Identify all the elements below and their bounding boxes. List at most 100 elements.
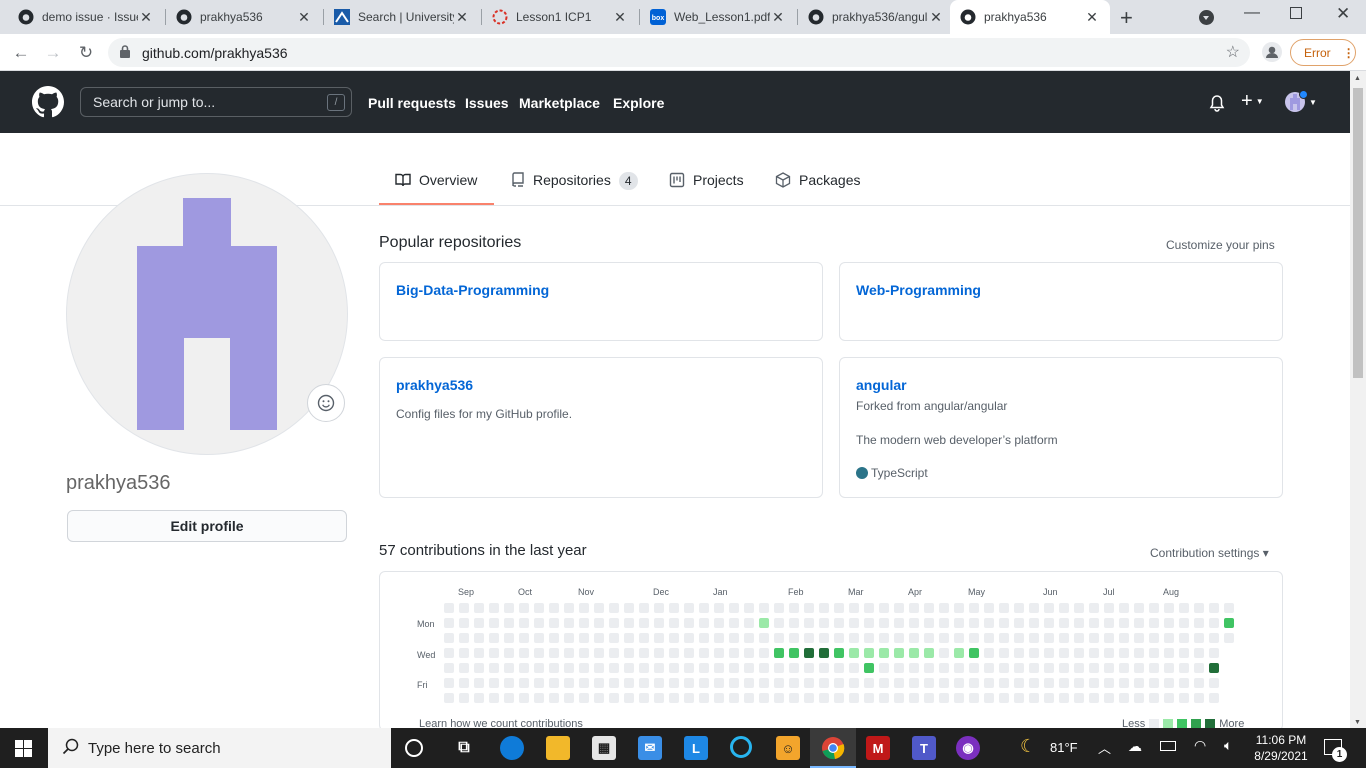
system-clock[interactable]: 11:06 PM 8/29/2021 bbox=[1250, 732, 1312, 764]
contribution-day[interactable] bbox=[984, 663, 994, 673]
contribution-day[interactable] bbox=[969, 618, 979, 628]
contribution-day[interactable] bbox=[1044, 678, 1054, 688]
customize-pins-link[interactable]: Customize your pins bbox=[1166, 238, 1275, 252]
contribution-day[interactable] bbox=[1134, 678, 1144, 688]
close-icon[interactable]: ✕ bbox=[138, 9, 154, 26]
contribution-day[interactable] bbox=[714, 603, 724, 613]
contribution-day[interactable] bbox=[1194, 678, 1204, 688]
contribution-day[interactable] bbox=[1104, 693, 1114, 703]
contribution-day[interactable] bbox=[1074, 633, 1084, 643]
contribution-day[interactable] bbox=[444, 618, 454, 628]
weather-temp[interactable]: 81°F bbox=[1050, 740, 1078, 755]
contribution-day[interactable] bbox=[624, 663, 634, 673]
contribution-day[interactable] bbox=[489, 678, 499, 688]
contribution-day[interactable] bbox=[984, 678, 994, 688]
contribution-day[interactable] bbox=[474, 663, 484, 673]
contribution-day[interactable] bbox=[804, 648, 814, 658]
address-bar[interactable]: github.com/prakhya536 ☆ bbox=[108, 38, 1250, 67]
contribution-day[interactable] bbox=[474, 618, 484, 628]
contribution-day[interactable] bbox=[594, 693, 604, 703]
contribution-day[interactable] bbox=[1059, 693, 1069, 703]
mail-icon[interactable]: ✉ bbox=[638, 736, 662, 760]
contribution-day[interactable] bbox=[1164, 603, 1174, 613]
close-icon[interactable]: ✕ bbox=[612, 9, 628, 26]
contribution-day[interactable] bbox=[1149, 648, 1159, 658]
contribution-day[interactable] bbox=[879, 648, 889, 658]
contribution-day[interactable] bbox=[924, 663, 934, 673]
contribution-day[interactable] bbox=[819, 663, 829, 673]
contribution-day[interactable] bbox=[1089, 678, 1099, 688]
contribution-day[interactable] bbox=[669, 693, 679, 703]
contribution-day[interactable] bbox=[669, 603, 679, 613]
contribution-day[interactable] bbox=[1029, 663, 1039, 673]
contribution-day[interactable] bbox=[864, 633, 874, 643]
file-explorer-icon[interactable] bbox=[546, 736, 570, 760]
contribution-day[interactable] bbox=[519, 618, 529, 628]
contribution-day[interactable] bbox=[864, 618, 874, 628]
contribution-day[interactable] bbox=[1179, 678, 1189, 688]
browser-tab-active[interactable]: prakhya536 ✕ bbox=[950, 0, 1110, 34]
forward-button[interactable]: → bbox=[41, 41, 65, 65]
contribution-day[interactable] bbox=[519, 693, 529, 703]
contribution-day[interactable] bbox=[1119, 633, 1129, 643]
contribution-day[interactable] bbox=[504, 633, 514, 643]
contribution-day[interactable] bbox=[474, 603, 484, 613]
contribution-day[interactable] bbox=[924, 693, 934, 703]
contribution-day[interactable] bbox=[1074, 648, 1084, 658]
contribution-day[interactable] bbox=[864, 693, 874, 703]
contribution-day[interactable] bbox=[834, 663, 844, 673]
contribution-day[interactable] bbox=[549, 678, 559, 688]
contribution-day[interactable] bbox=[759, 663, 769, 673]
contribution-day[interactable] bbox=[1089, 618, 1099, 628]
contribution-day[interactable] bbox=[969, 678, 979, 688]
contribution-day[interactable] bbox=[564, 603, 574, 613]
contribution-day[interactable] bbox=[1074, 678, 1084, 688]
contribution-day[interactable] bbox=[1044, 633, 1054, 643]
repo-link[interactable]: prakhya536 bbox=[396, 377, 473, 393]
contribution-day[interactable] bbox=[834, 633, 844, 643]
contribution-day[interactable] bbox=[729, 633, 739, 643]
nav-pull-requests[interactable]: Pull requests bbox=[368, 95, 456, 111]
tab-search-icon[interactable] bbox=[1199, 10, 1214, 25]
contribution-day[interactable] bbox=[804, 693, 814, 703]
teams-icon[interactable]: T bbox=[912, 736, 936, 760]
contribution-day[interactable] bbox=[954, 603, 964, 613]
contribution-day[interactable] bbox=[579, 618, 589, 628]
contribution-day[interactable] bbox=[774, 618, 784, 628]
contribution-day[interactable] bbox=[804, 678, 814, 688]
contribution-day[interactable] bbox=[969, 693, 979, 703]
contribution-day[interactable] bbox=[609, 633, 619, 643]
contribution-day[interactable] bbox=[819, 693, 829, 703]
contribution-day[interactable] bbox=[774, 633, 784, 643]
contribution-day[interactable] bbox=[654, 618, 664, 628]
contribution-day[interactable] bbox=[984, 603, 994, 613]
contribution-day[interactable] bbox=[669, 663, 679, 673]
contribution-day[interactable] bbox=[1179, 633, 1189, 643]
contribution-day[interactable] bbox=[519, 603, 529, 613]
contribution-day[interactable] bbox=[1179, 618, 1189, 628]
contribution-day[interactable] bbox=[624, 648, 634, 658]
contribution-day[interactable] bbox=[864, 678, 874, 688]
browser-tab[interactable]: prakhya536 ✕ bbox=[166, 0, 322, 34]
contribution-day[interactable] bbox=[624, 618, 634, 628]
contribution-day[interactable] bbox=[834, 678, 844, 688]
contribution-day[interactable] bbox=[1089, 633, 1099, 643]
contribution-day[interactable] bbox=[459, 618, 469, 628]
contribution-day[interactable] bbox=[1074, 663, 1084, 673]
contribution-day[interactable] bbox=[714, 663, 724, 673]
github-search-input[interactable]: Search or jump to... / bbox=[80, 87, 352, 117]
github-logo-icon[interactable] bbox=[32, 86, 64, 121]
contribution-day[interactable] bbox=[474, 648, 484, 658]
contribution-day[interactable] bbox=[1044, 648, 1054, 658]
contribution-day[interactable] bbox=[1209, 678, 1219, 688]
contribution-day[interactable] bbox=[1134, 633, 1144, 643]
contribution-day[interactable] bbox=[1104, 678, 1114, 688]
contribution-day[interactable] bbox=[594, 603, 604, 613]
contribution-day[interactable] bbox=[714, 618, 724, 628]
contribution-day[interactable] bbox=[564, 648, 574, 658]
contribution-day[interactable] bbox=[894, 633, 904, 643]
contribution-day[interactable] bbox=[684, 663, 694, 673]
contribution-day[interactable] bbox=[684, 648, 694, 658]
contribution-day[interactable] bbox=[729, 603, 739, 613]
contribution-day[interactable] bbox=[579, 603, 589, 613]
